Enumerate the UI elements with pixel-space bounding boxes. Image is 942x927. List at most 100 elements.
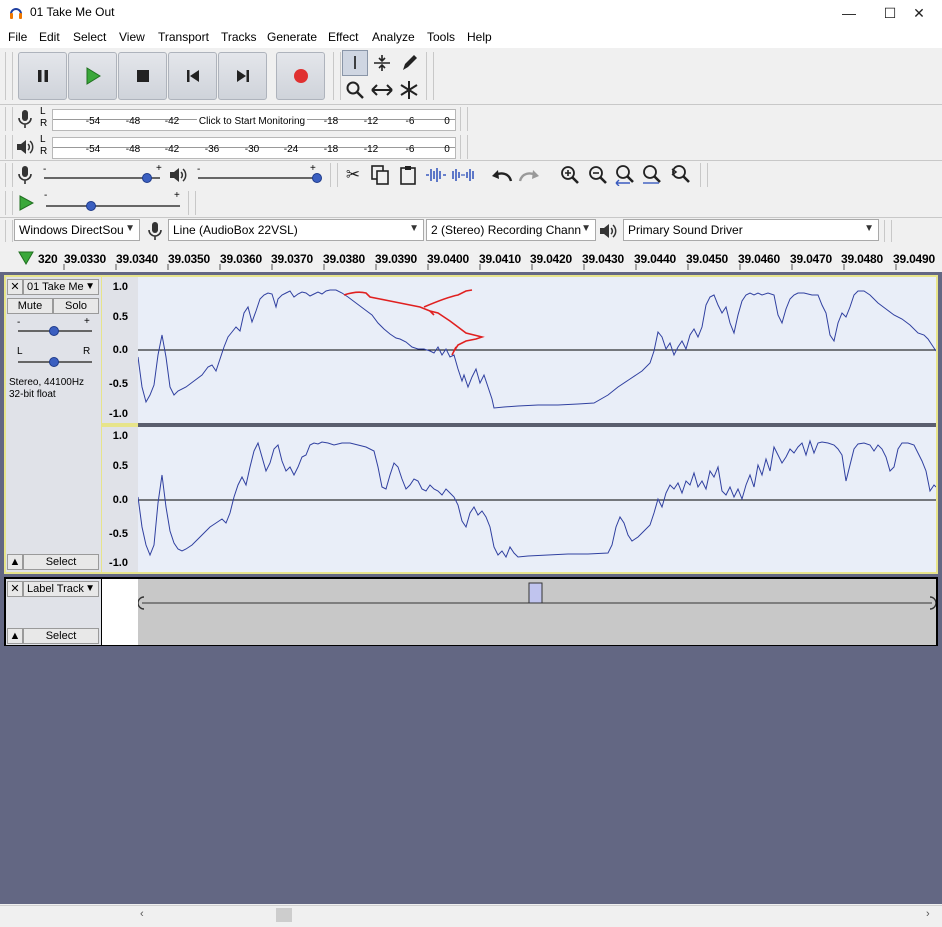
close-button[interactable]: ✕	[896, 0, 942, 26]
undo-icon[interactable]	[490, 163, 514, 187]
label-track-name: Label Track	[27, 583, 84, 595]
close-track-icon[interactable]: ✕	[7, 581, 23, 597]
label-track-body[interactable]	[137, 579, 937, 645]
recording-device-select[interactable]: Line (AudioBox 22VSL) ▼	[168, 219, 424, 241]
play-speed-knob[interactable]	[86, 201, 96, 211]
copy-icon[interactable]	[368, 163, 392, 187]
menu-file[interactable]: File	[8, 30, 27, 44]
play-at-speed-icon[interactable]	[18, 195, 34, 211]
fit-selection-icon[interactable]	[613, 163, 637, 187]
toolbar-grip[interactable]	[5, 135, 13, 159]
envelope-tool-icon[interactable]	[369, 50, 395, 76]
right-channel-waveform[interactable]	[137, 427, 937, 572]
skip-to-start-button[interactable]	[168, 52, 217, 100]
collapse-track-icon[interactable]: ▲	[7, 554, 23, 570]
menu-help[interactable]: Help	[467, 30, 492, 44]
track-menu-button[interactable]: 01 Take Me ▼	[23, 279, 99, 295]
menu-effect[interactable]: Effect	[328, 30, 358, 44]
zoom-out-icon[interactable]	[586, 163, 610, 187]
select-track-button[interactable]: Select	[23, 554, 99, 570]
collapse-track-icon[interactable]: ▲	[7, 628, 23, 644]
paste-icon[interactable]	[396, 163, 420, 187]
audio-host-select[interactable]: Windows DirectSou ▼	[14, 219, 140, 241]
select-track-button[interactable]: Select	[23, 628, 99, 644]
left-channel-axis[interactable]: 1.0 0.5 0.0 -0.5 -1.0	[102, 277, 138, 423]
pan-knob[interactable]	[49, 357, 59, 367]
menu-tracks[interactable]: Tracks	[221, 30, 257, 44]
solo-button[interactable]: Solo	[53, 298, 99, 314]
playback-device-select[interactable]: Primary Sound Driver ▼	[623, 219, 879, 241]
left-channel-waveform[interactable]	[137, 277, 937, 423]
skip-to-end-button[interactable]	[218, 52, 267, 100]
toolbar-grip[interactable]	[5, 52, 13, 100]
axis-label: 0.0	[112, 344, 128, 356]
timeline-options-icon[interactable]	[18, 251, 34, 265]
speaker-icon[interactable]	[15, 137, 35, 157]
trim-audio-icon[interactable]	[424, 163, 448, 187]
gain-knob[interactable]	[49, 326, 59, 336]
toolbar-grip[interactable]	[5, 107, 13, 131]
silence-audio-icon[interactable]	[451, 163, 475, 187]
meter-tick: -12	[363, 116, 379, 127]
pause-button[interactable]	[18, 52, 67, 100]
scroll-right-icon[interactable]: ›	[926, 908, 930, 920]
play-button[interactable]	[68, 52, 117, 100]
toolbar-grip[interactable]	[333, 52, 341, 100]
menu-bar: File Edit Select View Transport Tracks G…	[0, 26, 942, 48]
redo-icon[interactable]	[517, 163, 541, 187]
horizontal-scrollbar[interactable]: ‹ ›	[0, 905, 942, 927]
recording-channels-select[interactable]: 2 (Stereo) Recording Chann ▼	[426, 219, 596, 241]
recording-volume-knob[interactable]	[142, 173, 152, 183]
cut-icon[interactable]: ✂	[341, 163, 365, 187]
meter-tick: 0	[444, 116, 450, 127]
menu-view[interactable]: View	[119, 30, 145, 44]
toolbar-grip[interactable]	[460, 107, 468, 131]
selection-tool-icon[interactable]: I	[342, 50, 368, 76]
zoom-toggle-icon[interactable]	[668, 163, 692, 187]
mute-button[interactable]: Mute	[7, 298, 53, 314]
menu-transport[interactable]: Transport	[158, 30, 209, 44]
draw-tool-icon[interactable]	[396, 50, 422, 76]
toolbar-grip[interactable]	[188, 191, 196, 215]
menu-select[interactable]: Select	[73, 30, 106, 44]
meter-tick: 0	[444, 144, 450, 155]
start-monitoring-text[interactable]: Click to Start Monitoring	[196, 116, 308, 127]
plus-sign: +	[174, 190, 180, 201]
recording-meter[interactable]: -54 -48 -42 Click to Start Monitoring -1…	[52, 109, 456, 131]
toolbar-grip[interactable]	[460, 135, 468, 159]
time-shift-tool-icon[interactable]	[369, 77, 395, 103]
playback-volume-knob[interactable]	[312, 173, 322, 183]
toolbar-grip[interactable]	[5, 191, 13, 215]
fit-project-icon[interactable]	[640, 163, 664, 187]
playback-volume-slider[interactable]	[198, 177, 318, 179]
menu-generate[interactable]: Generate	[267, 30, 317, 44]
zoom-tool-icon[interactable]	[342, 77, 368, 103]
record-button[interactable]	[276, 52, 325, 100]
zoom-in-icon[interactable]	[558, 163, 582, 187]
toolbar-grip[interactable]	[884, 220, 892, 242]
toolbar-grip[interactable]	[330, 163, 338, 187]
toolbar-grip[interactable]	[700, 163, 708, 187]
scroll-left-icon[interactable]: ‹	[140, 908, 144, 920]
menu-tools[interactable]: Tools	[427, 30, 455, 44]
multi-tool-icon[interactable]	[396, 77, 422, 103]
play-speed-slider[interactable]	[46, 205, 180, 207]
track-info: Stereo, 44100Hz 32-bit float	[9, 377, 84, 401]
menu-analyze[interactable]: Analyze	[372, 30, 415, 44]
scroll-thumb[interactable]	[276, 908, 292, 922]
toolbar-grip[interactable]	[5, 220, 13, 242]
ruler-label: 320	[38, 252, 58, 266]
microphone-icon[interactable]	[16, 109, 34, 129]
toolbar-grip[interactable]	[426, 52, 434, 100]
toolbar-grip[interactable]	[5, 163, 13, 187]
playback-meter[interactable]: -54 -48 -42 -36 -30 -24 -18 -12 -6 0	[52, 137, 456, 159]
label-track-menu-button[interactable]: Label Track ▼	[23, 581, 99, 597]
menu-edit[interactable]: Edit	[39, 30, 60, 44]
timeline-ruler[interactable]: 320 39.0330 39.0340 39.0350 39.0360 39.0…	[0, 246, 942, 270]
stop-button[interactable]	[118, 52, 167, 100]
close-track-icon[interactable]: ✕	[7, 279, 23, 295]
recording-device-value: Line (AudioBox 22VSL)	[173, 223, 298, 237]
right-channel-axis[interactable]: 1.0 0.5 0.0 -0.5 -1.0	[102, 427, 138, 572]
meter-tick: -48	[125, 116, 141, 127]
minimize-button[interactable]: —	[826, 0, 872, 26]
